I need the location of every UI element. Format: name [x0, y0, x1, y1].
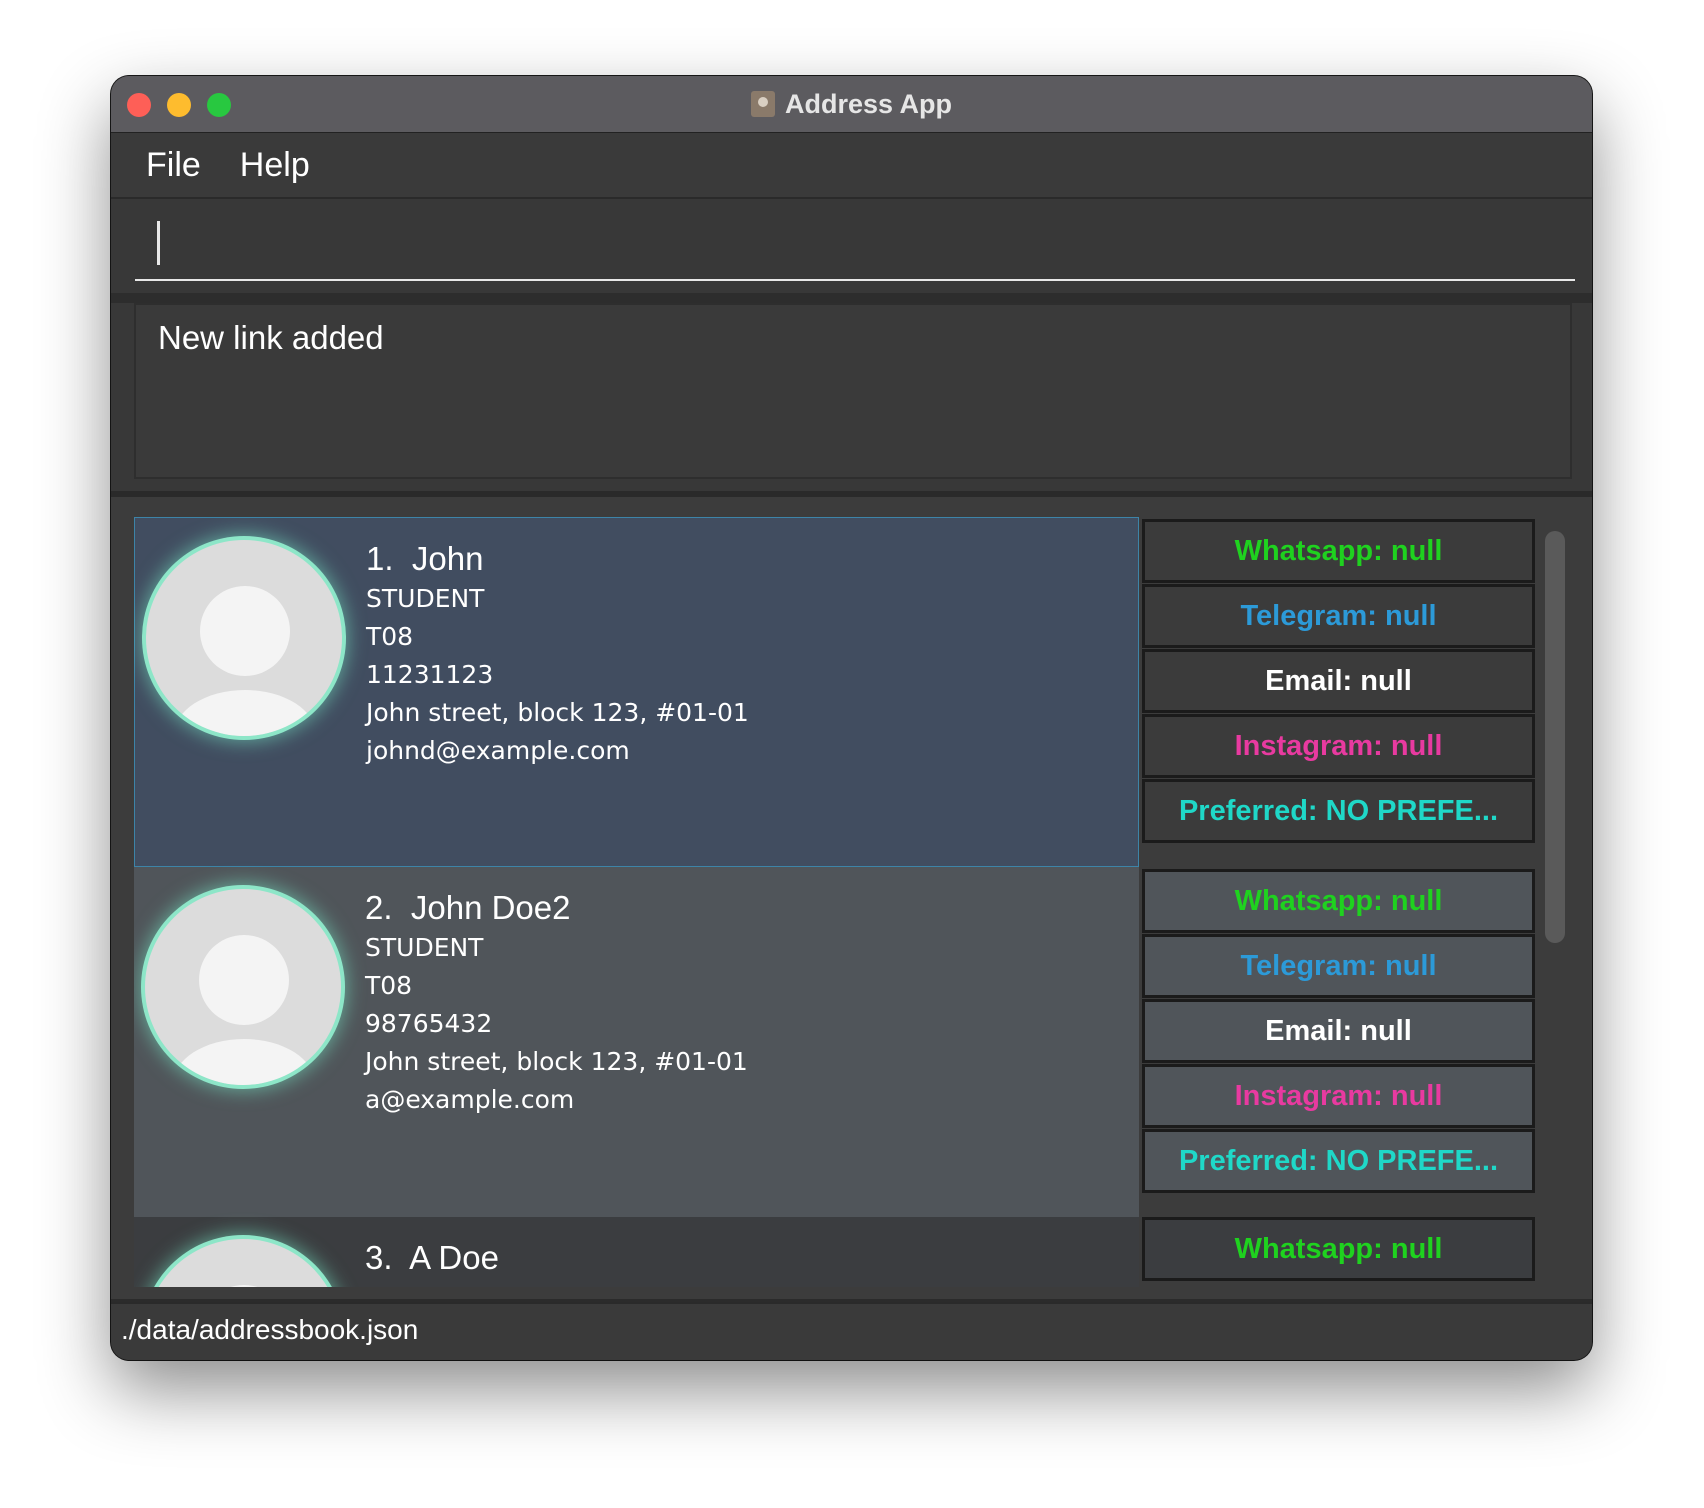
scrollbar-thumb[interactable]	[1545, 531, 1565, 943]
person-address: John street, block 123, #01-01	[366, 698, 749, 727]
app-window: Address App File Help New link added 1.	[111, 76, 1592, 1360]
person-name-line: 1. John	[366, 540, 749, 580]
person-phone: 98765432	[365, 1009, 493, 1038]
avatar-icon	[145, 1239, 341, 1287]
person-email: johnd@example.com	[366, 736, 630, 765]
whatsapp-link-button[interactable]: Whatsapp: null	[1142, 869, 1535, 933]
person-name: John Doe2	[410, 889, 571, 926]
person-card-details[interactable]: 3. A Doe	[134, 1217, 1139, 1287]
person-info: 2. John Doe2 STUDENT T08 98765432 John s…	[365, 889, 748, 1119]
person-card[interactable]: 1. John STUDENT T08 11231123 John street…	[134, 517, 1539, 867]
person-list[interactable]: 1. John STUDENT T08 11231123 John street…	[134, 517, 1539, 1287]
person-name-line: 3. A Doe	[365, 1239, 499, 1279]
preferred-link-button[interactable]: Preferred: NO PREFE...	[1142, 1129, 1535, 1193]
whatsapp-link-button[interactable]: Whatsapp: null	[1142, 519, 1535, 583]
person-phone: 11231123	[366, 660, 494, 689]
address-book-icon	[750, 91, 775, 117]
instagram-link-button[interactable]: Instagram: null	[1142, 714, 1535, 778]
person-role: STUDENT	[366, 584, 485, 613]
email-link-button[interactable]: Email: null	[1142, 999, 1535, 1063]
title-bar: Address App	[111, 76, 1592, 133]
text-caret	[157, 221, 160, 265]
telegram-link-button[interactable]: Telegram: null	[1142, 584, 1535, 648]
person-index: 1.	[366, 540, 394, 577]
person-card[interactable]: 3. A Doe Whatsapp: null	[134, 1217, 1539, 1287]
telegram-link-button[interactable]: Telegram: null	[1142, 934, 1535, 998]
person-index: 3.	[365, 1239, 393, 1276]
person-address: John street, block 123, #01-01	[365, 1047, 748, 1076]
person-email: a@example.com	[365, 1085, 575, 1114]
command-box-area	[111, 199, 1592, 293]
window-title-text: Address App	[784, 88, 953, 119]
person-role: STUDENT	[365, 933, 484, 962]
status-bar: ./data/addressbook.json	[111, 1302, 1592, 1360]
person-card-details[interactable]: 1. John STUDENT T08 11231123 John street…	[134, 517, 1139, 867]
person-info: 3. A Doe	[365, 1239, 499, 1279]
person-info: 1. John STUDENT T08 11231123 John street…	[366, 540, 749, 770]
menu-file[interactable]: File	[146, 146, 201, 185]
result-message: New link added	[158, 319, 384, 356]
preferred-link-button[interactable]: Preferred: NO PREFE...	[1142, 779, 1535, 843]
person-tutorial: T08	[365, 971, 413, 1000]
person-card[interactable]: 2. John Doe2 STUDENT T08 98765432 John s…	[134, 867, 1539, 1217]
person-list-panel: 1. John STUDENT T08 11231123 John street…	[111, 497, 1592, 1299]
window-title: Address App	[111, 76, 1592, 132]
menu-help[interactable]: Help	[240, 146, 310, 185]
email-link-button[interactable]: Email: null	[1142, 649, 1535, 713]
command-input[interactable]	[135, 221, 1575, 281]
person-name: John	[411, 540, 484, 577]
avatar-icon	[146, 540, 342, 736]
result-display[interactable]: New link added	[134, 303, 1572, 479]
whatsapp-link-button[interactable]: Whatsapp: null	[1142, 1217, 1535, 1281]
person-card-details[interactable]: 2. John Doe2 STUDENT T08 98765432 John s…	[134, 867, 1139, 1217]
avatar-icon	[145, 889, 341, 1085]
person-name-line: 2. John Doe2	[365, 889, 748, 929]
save-location: ./data/addressbook.json	[121, 1314, 419, 1345]
person-name: A Doe	[409, 1239, 499, 1276]
divider	[111, 293, 1592, 303]
person-tutorial: T08	[366, 622, 414, 651]
person-index: 2.	[365, 889, 393, 926]
menu-bar: File Help	[111, 133, 1592, 199]
instagram-link-button[interactable]: Instagram: null	[1142, 1064, 1535, 1128]
